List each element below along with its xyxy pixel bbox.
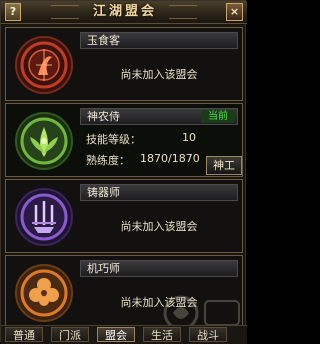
tab-shenghuo[interactable]: 生活 (143, 327, 181, 342)
profession-name-bar: 玉食客 (80, 32, 238, 49)
membership-status: 尚未加入该盟会 (120, 68, 198, 81)
tab-putong[interactable]: 普通 (5, 327, 43, 342)
profession-name: 玉食客 (87, 34, 120, 47)
herb-emblem-icon (15, 112, 73, 170)
title-bar: ? 江湖盟会 × (1, 1, 247, 24)
guild-window: ? 江湖盟会 × 玉食客 尚未加入该盟会 神农侍 当前 技能等级： 10 熟练度… (0, 0, 247, 344)
forge-emblem-icon (15, 188, 73, 246)
tab-zhandou[interactable]: 战斗 (189, 327, 227, 342)
food-emblem-icon (15, 36, 73, 94)
close-button[interactable]: × (226, 3, 243, 21)
help-button[interactable]: ? (5, 3, 21, 21)
profession-panel-yushike[interactable]: 玉食客 尚未加入该盟会 (5, 27, 243, 101)
profession-name: 机巧师 (87, 262, 120, 275)
profession-name-bar: 机巧师 (80, 260, 238, 277)
profession-name-bar: 铸器师 (80, 184, 238, 201)
mechanism-emblem-icon (15, 264, 73, 322)
skill-level-label: 技能等级： (86, 133, 141, 146)
bottom-tab-bar: 普通 门派 盟会 生活 战斗 (1, 325, 247, 344)
skill-level-row: 技能等级： 10 (86, 131, 196, 147)
proficiency-row: 熟练度： 1870/1870 (86, 152, 200, 168)
profession-name-bar: 神农侍 当前 (80, 108, 238, 125)
skill-level-value: 10 (182, 131, 196, 144)
proficiency-value: 1870/1870 (140, 152, 200, 165)
tab-menpai[interactable]: 门派 (51, 327, 89, 342)
profession-name: 神农侍 (87, 110, 120, 123)
profession-panel-zhuqishi[interactable]: 铸器师 尚未加入该盟会 (5, 179, 243, 253)
title-ornament-right (169, 5, 197, 19)
proficiency-label: 熟练度： (86, 154, 130, 167)
membership-status: 尚未加入该盟会 (120, 220, 198, 233)
profession-name: 铸器师 (87, 186, 120, 199)
shengong-button[interactable]: 神工 (206, 156, 242, 175)
current-badge: 当前 (201, 110, 235, 123)
profession-panel-shennongshi[interactable]: 神农侍 当前 技能等级： 10 熟练度： 1870/1870 神工 (5, 103, 243, 177)
tab-menghui[interactable]: 盟会 (97, 327, 135, 342)
